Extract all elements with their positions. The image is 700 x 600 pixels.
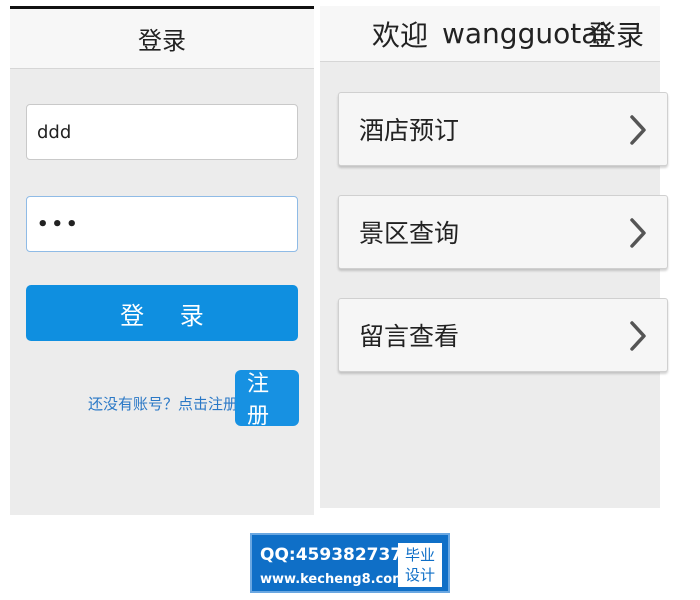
current-username: wangguotai <box>442 17 607 50</box>
password-value: ••• <box>37 213 81 235</box>
watermark-badge-line-2: 设计 <box>404 566 435 584</box>
menu-item-label: 酒店预订 <box>359 116 460 145</box>
menu-item-view-messages[interactable]: 留言查看 <box>338 298 668 372</box>
menu-item-label: 景区查询 <box>359 219 460 248</box>
chevron-right-icon <box>630 218 646 248</box>
welcome-text: 欢迎 <box>372 18 429 52</box>
watermark-badge: 毕业 设计 <box>398 543 442 587</box>
chevron-right-icon <box>630 321 646 351</box>
watermark-qq: QQ:459382737 <box>260 545 403 565</box>
login-button-label: 登 录 <box>120 301 218 330</box>
watermark-banner: QQ:459382737 www.kecheng8.com 毕业 设计 <box>250 533 450 593</box>
username-value: ddd <box>37 121 72 143</box>
home-header: 欢迎 wangguotai 登录 <box>320 6 660 62</box>
register-button[interactable]: 注 册 <box>235 370 299 429</box>
page-title: 登录 <box>138 27 186 55</box>
login-header: 登录 <box>10 9 314 69</box>
login-screen: 登录 ddd ••• 登 录 还没有账号？点击注册！ 注 册 <box>10 6 314 515</box>
login-button[interactable]: 登 录 <box>26 285 298 341</box>
menu-item-hotel-booking[interactable]: 酒店预订 <box>338 92 668 166</box>
menu-item-scenic-search[interactable]: 景区查询 <box>338 195 668 269</box>
password-input[interactable]: ••• <box>26 196 298 252</box>
watermark-url: www.kecheng8.com <box>260 572 406 587</box>
menu-item-label: 留言查看 <box>359 322 460 351</box>
register-button-label: 注 册 <box>247 372 284 429</box>
register-hint[interactable]: 还没有账号？点击注册！ <box>88 393 253 414</box>
watermark-badge-line-1: 毕业 <box>404 546 435 564</box>
home-screen: 欢迎 wangguotai 登录 酒店预订 景区查询 留言查看 <box>320 6 668 508</box>
chevron-right-icon <box>630 115 646 145</box>
username-input[interactable]: ddd <box>26 104 298 160</box>
login-link[interactable]: 登录 <box>588 14 644 54</box>
